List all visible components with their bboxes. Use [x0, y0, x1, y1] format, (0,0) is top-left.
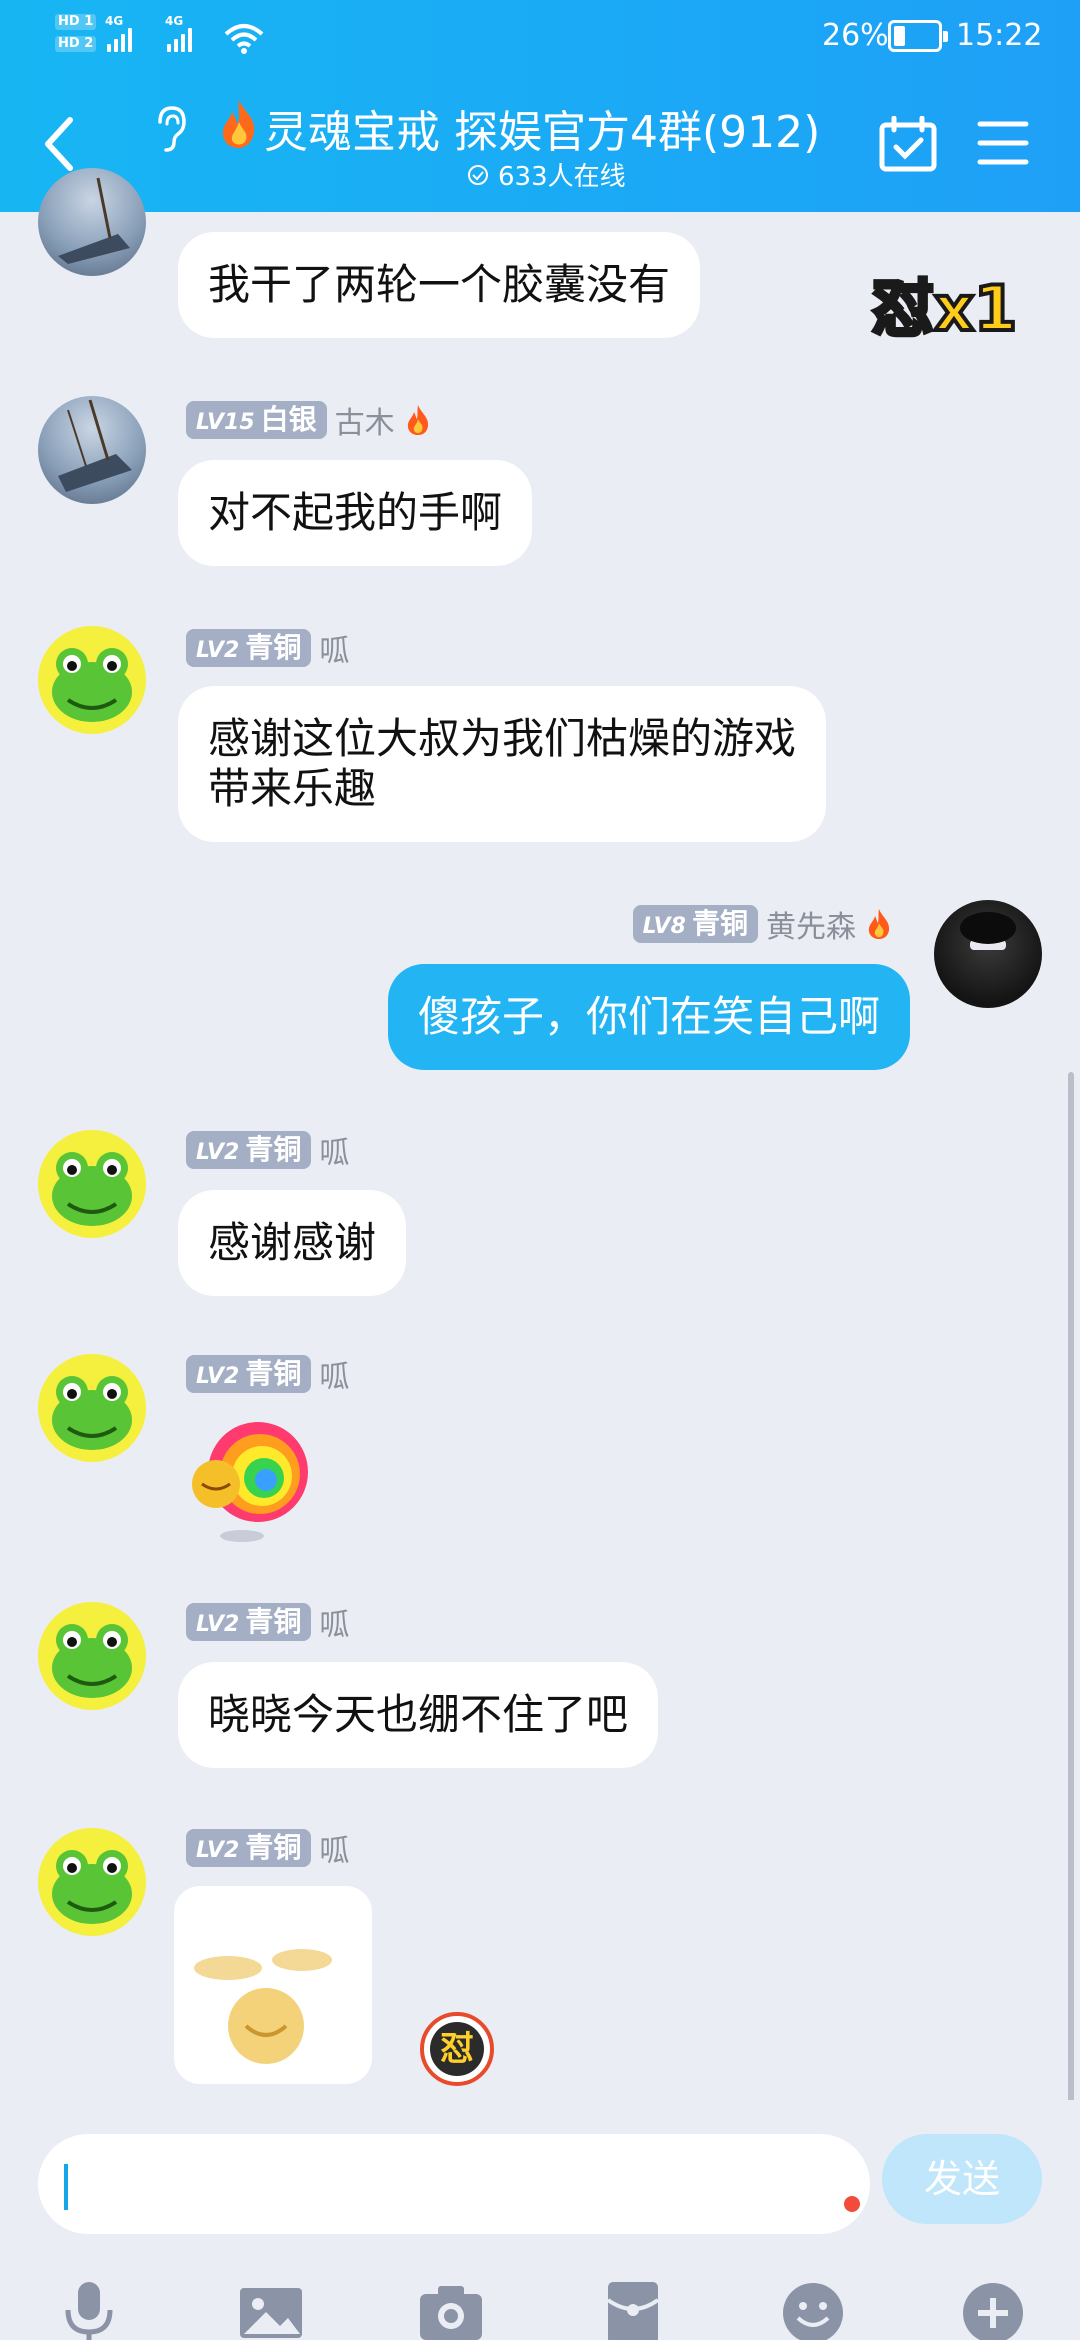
back-button[interactable]: [36, 112, 84, 176]
menu-button[interactable]: [976, 118, 1030, 168]
image-message[interactable]: [174, 1886, 372, 2084]
emoji-icon[interactable]: [778, 2278, 848, 2340]
level-badge: LV2 青铜: [186, 1355, 312, 1393]
plus-icon[interactable]: [958, 2278, 1028, 2340]
hd2-tag: HD 2: [55, 36, 97, 52]
microphone-icon[interactable]: [54, 2278, 124, 2340]
sender-meta: LV8 青铜 黄先森: [632, 902, 894, 946]
hd1-tag: HD 1: [55, 14, 97, 30]
signal-icon: [167, 26, 192, 52]
message-bubble[interactable]: 对不起我的手啊: [178, 460, 533, 566]
message-bubble[interactable]: 感谢这位大叔为我们枯燥的游戏 带来乐趣: [178, 686, 827, 842]
flame-icon: [407, 405, 428, 435]
group-title[interactable]: 灵魂宝戒 探娱官方4群(912): [264, 96, 820, 160]
sticker-reaction-badge[interactable]: 怼: [420, 2012, 494, 2086]
level-badge: LV15 白银: [186, 401, 327, 439]
sender-meta: LV2 青铜 呱: [186, 1352, 349, 1396]
sender-name[interactable]: 古木: [335, 398, 395, 442]
sender-name[interactable]: 呱: [319, 1128, 349, 1172]
message-bubble-self[interactable]: 傻孩子，你们在笑自己啊: [387, 964, 910, 1070]
avatar[interactable]: [38, 626, 146, 734]
sticker-banner-text: 怼x1: [872, 272, 1017, 345]
flame-icon: [222, 100, 255, 148]
scrollbar[interactable]: [1068, 1072, 1074, 2112]
input-bar: 发送: [0, 2100, 1080, 2340]
level-badge: LV2 青铜: [186, 1603, 312, 1641]
sender-meta: LV2 青铜 呱: [186, 1128, 349, 1172]
avatar[interactable]: [934, 900, 1042, 1008]
message-bubble[interactable]: 晓晓今天也绷不住了吧: [178, 1662, 659, 1768]
level-badge: LV8 青铜: [632, 905, 758, 943]
online-count-text: 633人在线: [498, 162, 626, 192]
message-bubble[interactable]: 我干了两轮一个胶囊没有: [178, 232, 701, 338]
avatar[interactable]: [38, 1354, 146, 1462]
text-caret: [64, 2164, 68, 2210]
status-time: 15:22: [956, 18, 1043, 53]
signal-icon: [107, 26, 132, 52]
avatar[interactable]: [38, 1130, 146, 1238]
sender-meta: LV2 青铜 呱: [186, 626, 349, 670]
level-badge: LV2 青铜: [186, 629, 312, 667]
sender-name[interactable]: 呱: [319, 1352, 349, 1396]
wifi-icon: [224, 24, 264, 54]
message-line: 感谢这位大叔为我们枯燥的游戏: [208, 714, 797, 763]
send-button[interactable]: 发送: [882, 2134, 1042, 2224]
online-check-icon: [468, 164, 488, 185]
avatar[interactable]: [38, 396, 146, 504]
avatar[interactable]: [38, 1602, 146, 1710]
sender-meta: LV2 青铜 呱: [186, 1826, 349, 1870]
battery-percent: 26%: [822, 18, 889, 53]
online-count: 633人在线: [466, 156, 626, 193]
status-bar-signals: HD 1 HD 2 4G 4G: [55, 12, 275, 66]
checkin-calendar-button[interactable]: [878, 116, 938, 172]
avatar[interactable]: [38, 1828, 146, 1936]
sender-meta: LV15 白银 古木: [186, 398, 433, 442]
message-bubble[interactable]: 感谢感谢: [178, 1190, 407, 1296]
red-packet-icon[interactable]: [598, 2278, 668, 2340]
sender-name[interactable]: 呱: [319, 626, 349, 670]
avatar[interactable]: [38, 168, 146, 276]
sender-name[interactable]: 黄先森: [766, 902, 856, 946]
image-icon[interactable]: [236, 2278, 306, 2340]
sender-name[interactable]: 呱: [319, 1600, 349, 1644]
message-line: 带来乐趣: [208, 764, 377, 813]
sender-name[interactable]: 呱: [319, 1826, 349, 1870]
message-input[interactable]: [38, 2134, 870, 2234]
camera-icon[interactable]: [416, 2278, 486, 2340]
notification-dot: [844, 2196, 860, 2212]
flame-icon: [868, 909, 890, 939]
battery-icon: [888, 20, 948, 52]
sticker-badge-text: 怼: [430, 2022, 484, 2076]
sticker-banner-icon: 怼x1: [870, 270, 1019, 347]
ear-icon[interactable]: [150, 104, 190, 154]
laughing-emoji-icon: [194, 1949, 332, 2064]
rainbow-afro-emoji-icon[interactable]: [176, 1412, 316, 1552]
chat-header: HD 1 HD 2 4G 4G 26% 15:22 灵魂宝戒 探娱官方4群(91…: [0, 0, 1080, 212]
sender-meta: LV2 青铜 呱: [186, 1600, 349, 1644]
level-badge: LV2 青铜: [186, 1131, 312, 1169]
level-badge: LV2 青铜: [186, 1829, 312, 1867]
battery-level-fill: [894, 26, 905, 46]
